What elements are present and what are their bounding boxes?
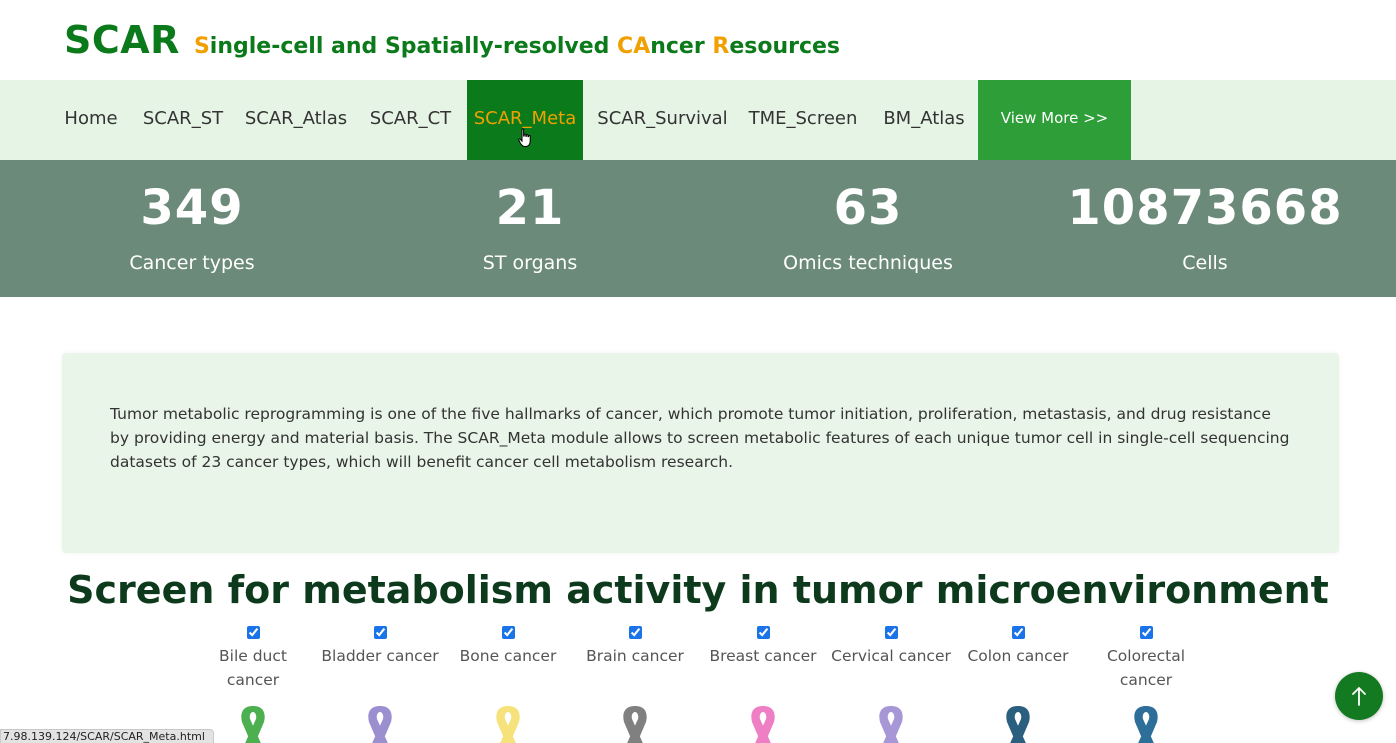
cancer-label: Brain cancer [586,647,684,665]
stat-value: 10873668 [1067,180,1343,236]
stat-omics-techniques: 63 Omics techniques [698,160,1038,297]
cancer-checkbox[interactable] [373,626,387,639]
site-header: SCAR Single-cell and Spatially-resolved … [64,18,840,68]
cancer-option-cervical: Cervical cancer [829,626,953,668]
tagline-ca: CA [617,34,651,59]
ribbon-icon [1006,706,1030,743]
cancer-checkbox[interactable] [501,626,515,639]
nav-home[interactable]: Home [50,80,132,160]
stat-label: ST organs [482,252,578,274]
nav-tme-screen[interactable]: TME_Screen [737,80,869,160]
cancer-checkbox[interactable] [246,626,260,639]
ribbon-icon [241,706,265,743]
nav-scar-atlas[interactable]: SCAR_Atlas [234,80,358,160]
ribbon-icon [496,706,520,743]
cancer-label: Bone cancer [459,647,557,665]
cancer-checkbox[interactable] [1139,626,1153,639]
site-logo[interactable]: SCAR [64,18,180,62]
cancer-label: Cervical cancer [831,647,951,665]
cancer-label: Bladder cancer [321,647,439,665]
ribbon-icon [879,706,903,743]
ribbon-icon [1134,706,1158,743]
nav-bm-atlas[interactable]: BM_Atlas [869,80,979,160]
view-more-button[interactable]: View More >> [978,80,1131,160]
cancer-checkbox[interactable] [628,626,642,639]
cancer-checkbox[interactable] [756,626,770,639]
page: SCAR Single-cell and Spatially-resolved … [0,0,1396,743]
cancer-option-colorectal: Colorectal cancer [1084,626,1208,692]
module-description-box: Tumor metabolic reprogramming is one of … [62,353,1339,553]
stat-label: Omics techniques [783,252,953,274]
cancer-checkbox[interactable] [1011,626,1025,639]
site-tagline: Single-cell and Spatially-resolved CAnce… [194,34,840,59]
main-nav: Home SCAR_ST SCAR_Atlas SCAR_CT SCAR_Met… [0,80,1396,160]
section-title: Screen for metabolism activity in tumor … [67,568,1329,612]
cancer-option-bone: Bone cancer [446,626,570,668]
stat-label: Cancer types [129,252,255,274]
ribbon-icon [751,706,775,743]
stat-cells: 10873668 Cells [1035,160,1375,297]
stat-value: 349 [140,180,244,236]
stats-bar: 349 Cancer types 21 ST organs 63 Omics t… [0,160,1396,297]
ribbon-icon [368,706,392,743]
arrow-up-icon [1352,687,1366,706]
nav-scar-ct[interactable]: SCAR_CT [358,80,463,160]
cancer-checkbox[interactable] [884,626,898,639]
hand-pointer-icon [518,128,531,147]
ribbon-icon [623,706,647,743]
tagline-part3: esources [729,34,841,59]
module-description: Tumor metabolic reprogramming is one of … [110,405,1290,471]
cancer-option-breast: Breast cancer [701,626,825,668]
cancer-label: Colorectal cancer [1106,647,1186,689]
nav-scar-st[interactable]: SCAR_ST [132,80,234,160]
tagline-r: R [712,34,730,59]
tagline-s: S [193,34,210,59]
stat-cancer-types: 349 Cancer types [22,160,362,297]
stat-st-organs: 21 ST organs [360,160,700,297]
nav-scar-meta[interactable]: SCAR_Meta [467,80,583,160]
stat-value: 63 [833,180,903,236]
cancer-option-bladder: Bladder cancer [318,626,442,668]
stat-label: Cells [1182,252,1228,274]
cancer-label: Bile duct cancer [219,647,287,689]
browser-status-url: 7.98.139.124/SCAR/SCAR_Meta.html [0,729,214,743]
cancer-option-brain: Brain cancer [573,626,697,668]
cancer-option-colon: Colon cancer [956,626,1080,668]
stat-value: 21 [495,180,565,236]
tagline-part1: ingle-cell and Spatially-resolved [209,34,618,59]
cancer-label: Colon cancer [967,647,1069,665]
cancer-label: Breast cancer [709,647,817,665]
cancer-option-bile-duct: Bile duct cancer [191,626,315,692]
back-to-top-button[interactable] [1335,672,1383,720]
tagline-part2: ncer [650,34,713,59]
nav-scar-survival[interactable]: SCAR_Survival [588,80,737,160]
